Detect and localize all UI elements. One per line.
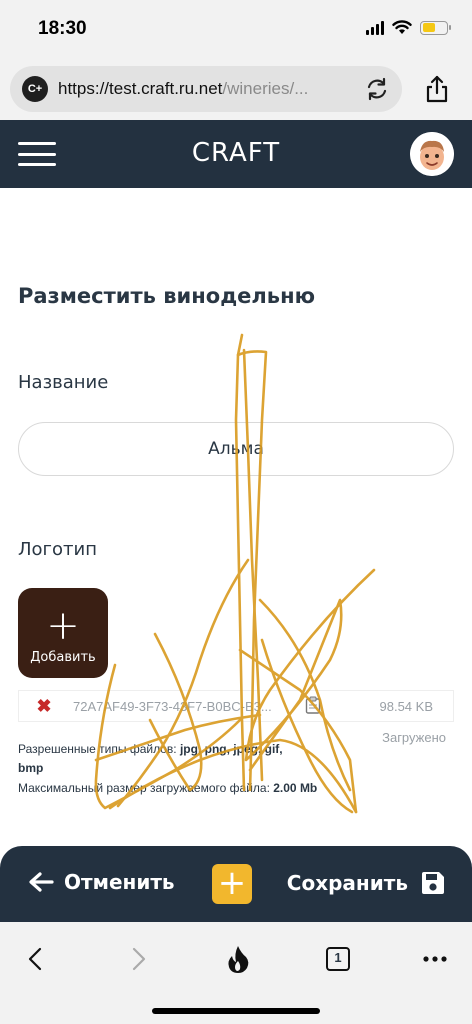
allowed-types-hint: Разрешенные типы файлов: jpg, png, jpeg,…	[18, 742, 283, 756]
save-icon	[422, 872, 444, 894]
battery-icon	[420, 20, 451, 35]
file-name: 72A7AF49-3F73-43F7-B0BC-B3...	[73, 698, 272, 714]
app-header: CRAFT	[0, 120, 472, 188]
action-bar: Отменить + Сохранить	[0, 846, 472, 922]
clipboard-icon[interactable]	[298, 696, 328, 717]
name-label: Название	[18, 372, 109, 393]
url-text[interactable]: https://test.craft.ru.net/wineries/...	[58, 79, 338, 99]
signal-icon	[366, 20, 384, 35]
max-size-prefix: Максимальный размер загружаемого файла:	[18, 781, 274, 795]
avatar[interactable]	[410, 132, 454, 176]
status-bar: 18:30	[0, 0, 472, 60]
brand-logo[interactable]: CRAFT	[0, 138, 472, 168]
status-icons	[366, 20, 451, 35]
more-icon[interactable]	[420, 944, 450, 974]
plus-icon: +	[46, 603, 80, 649]
remove-file-icon[interactable]: ✖	[29, 696, 59, 717]
cancel-button[interactable]: Отменить	[28, 870, 175, 894]
site-icon: C+	[22, 76, 48, 102]
wifi-icon	[392, 20, 412, 34]
allowed-types-cont-text: bmp	[18, 761, 44, 775]
browser-toolbar: C+ https://test.craft.ru.net/wineries/..…	[0, 60, 472, 120]
status-time: 18:30	[38, 18, 87, 39]
name-input[interactable]	[18, 422, 454, 476]
add-button[interactable]: +	[212, 864, 252, 904]
url-path: /wineries/...	[222, 79, 309, 98]
file-size: 98.54 KB	[379, 699, 434, 714]
max-size: 2.00 Mb	[273, 781, 318, 795]
page-title: Разместить винодельню	[18, 284, 315, 308]
forward-icon[interactable]	[124, 944, 154, 974]
allowed-types: jpg, png, jpeg, gif,	[179, 742, 283, 756]
logo-label: Логотип	[18, 539, 97, 560]
plus-icon: +	[217, 863, 247, 903]
arrow-left-icon	[29, 872, 54, 892]
save-label: Сохранить	[286, 871, 408, 895]
avatar-memoji-icon	[410, 132, 454, 176]
url-bar[interactable]: C+ https://test.craft.ru.net/wineries/..…	[10, 66, 402, 112]
cancel-label: Отменить	[64, 870, 175, 894]
max-size-hint: Максимальный размер загружаемого файла: …	[18, 781, 317, 795]
share-icon[interactable]	[424, 74, 450, 104]
save-button[interactable]: Сохранить	[287, 870, 446, 896]
tab-count: 1	[334, 950, 342, 965]
tabs-icon[interactable]: 1	[323, 944, 353, 974]
allowed-types-cont: bmp	[18, 761, 43, 775]
uploaded-file-row: ✖ 72A7AF49-3F73-43F7-B0BC-B3... 98.54 KB	[18, 690, 454, 722]
back-icon[interactable]	[20, 944, 50, 974]
reload-icon[interactable]	[364, 76, 390, 102]
url-host: https://test.craft.ru.net	[58, 79, 223, 98]
fire-icon[interactable]	[223, 944, 253, 974]
allowed-types-prefix: Разрешенные типы файлов:	[18, 742, 180, 756]
browser-bottom-toolbar: 1	[0, 922, 472, 1024]
file-status: Загружено	[382, 730, 446, 745]
add-logo-button[interactable]: + Добавить	[18, 588, 108, 678]
home-indicator	[152, 1008, 320, 1014]
add-logo-label: Добавить	[30, 650, 96, 665]
